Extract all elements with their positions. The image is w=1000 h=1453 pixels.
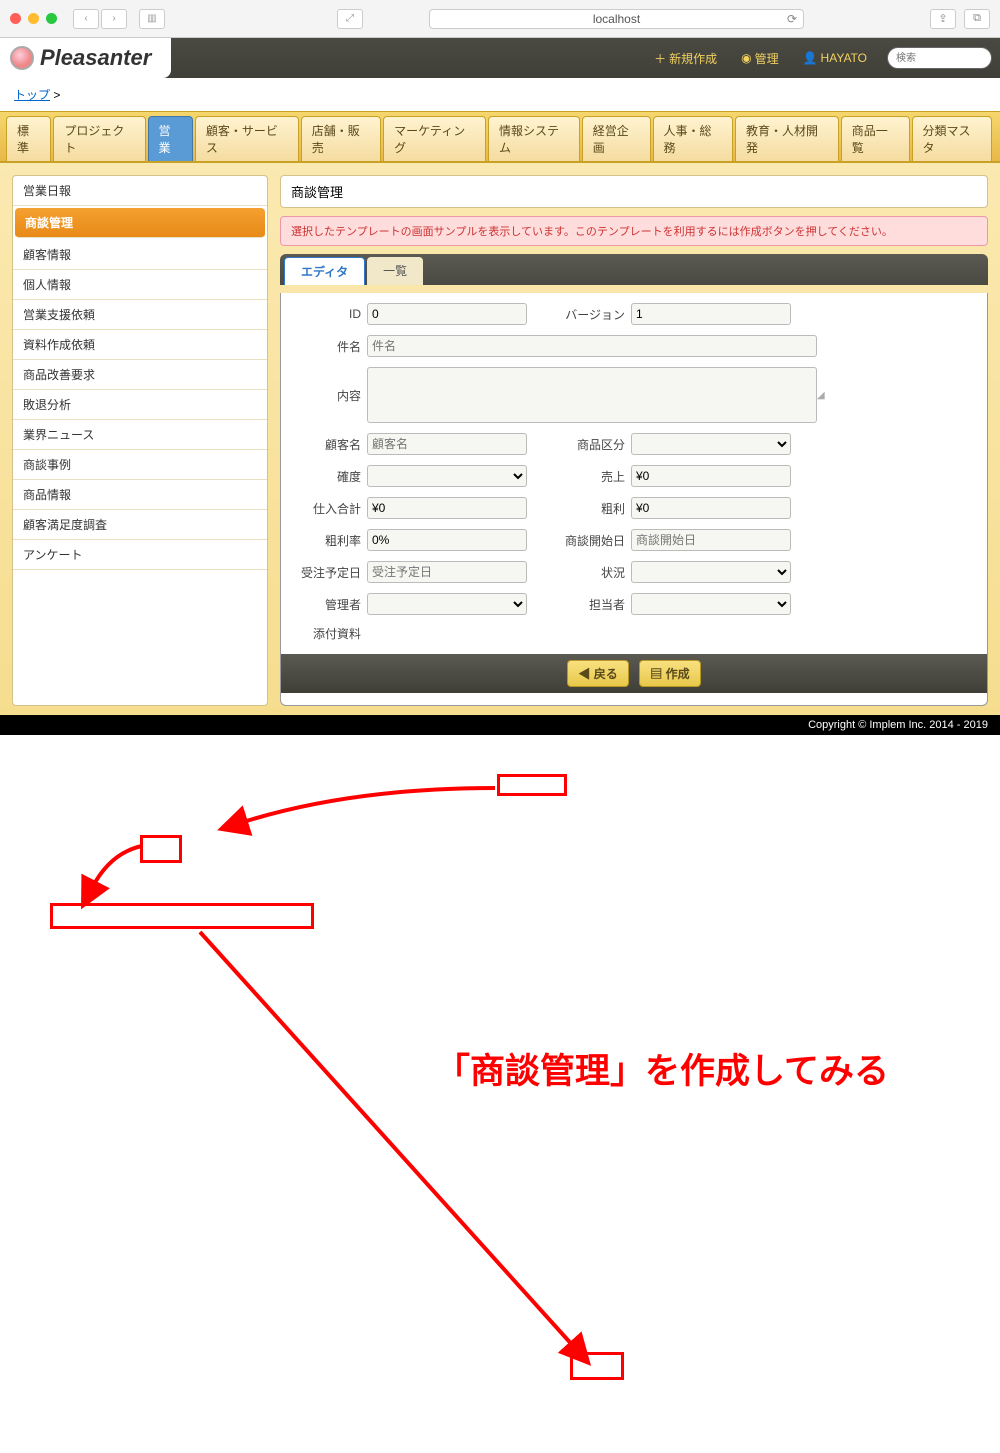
button-bar: ◀ 戻る ▤ 作成 bbox=[281, 654, 987, 693]
breadcrumb: トップ > bbox=[0, 78, 1000, 111]
sidebar-item-9[interactable]: 商談事例 bbox=[13, 450, 267, 480]
template-notice: 選択したテンプレートの画面サンプルを表示しています。このテンプレートを利用するに… bbox=[280, 216, 988, 246]
form: ID バージョン 件名 内容◢ 顧客名 商品区分 確度 売上 仕入合計 粗利 bbox=[280, 293, 988, 706]
plus-icon: ＋ bbox=[654, 50, 666, 67]
sidebar-item-7[interactable]: 敗退分析 bbox=[13, 390, 267, 420]
margin-field[interactable] bbox=[631, 497, 791, 519]
resize-handle-icon[interactable]: ◢ bbox=[817, 390, 829, 401]
cost-field[interactable] bbox=[367, 497, 527, 519]
sidebar: 営業日報商談管理顧客情報個人情報営業支援依頼資料作成依頼商品改善要求敗退分析業界… bbox=[12, 175, 268, 706]
back-button[interactable]: ◀ 戻る bbox=[567, 660, 628, 687]
logo[interactable]: Pleasanter bbox=[0, 38, 171, 78]
category-tabs: 標準プロジェクト営業顧客・サービス店舗・販売マーケティング情報システム経営企画人… bbox=[0, 111, 1000, 163]
sidebar-item-8[interactable]: 業界ニュース bbox=[13, 420, 267, 450]
expand-button[interactable]: ⤢ bbox=[337, 9, 363, 29]
start-date-field[interactable] bbox=[631, 529, 791, 551]
owner-select[interactable] bbox=[631, 593, 791, 615]
tab-11[interactable]: 分類マスタ bbox=[912, 116, 992, 161]
tab-4[interactable]: 店舗・販売 bbox=[301, 116, 381, 161]
tab-3[interactable]: 顧客・サービス bbox=[195, 116, 299, 161]
sidebar-item-11[interactable]: 顧客満足度調査 bbox=[13, 510, 267, 540]
manage-button[interactable]: ◉管理 bbox=[729, 46, 791, 71]
customer-field[interactable] bbox=[367, 433, 527, 455]
sidebar-item-4[interactable]: 営業支援依頼 bbox=[13, 300, 267, 330]
address-bar[interactable]: localhost⟳ bbox=[429, 9, 804, 29]
sidebar-item-0[interactable]: 営業日報 bbox=[13, 176, 267, 206]
probability-select[interactable] bbox=[367, 465, 527, 487]
product-cat-select[interactable] bbox=[631, 433, 791, 455]
user-icon: 👤 bbox=[803, 51, 818, 65]
tab-list[interactable]: 一覧 bbox=[367, 257, 423, 285]
new-button[interactable]: ＋新規作成 bbox=[642, 46, 729, 71]
reload-icon[interactable]: ⟳ bbox=[787, 12, 797, 26]
manager-select[interactable] bbox=[367, 593, 527, 615]
body-field[interactable] bbox=[367, 367, 817, 423]
tab-7[interactable]: 経営企画 bbox=[582, 116, 651, 161]
sidebar-item-3[interactable]: 個人情報 bbox=[13, 270, 267, 300]
tab-9[interactable]: 教育・人材開発 bbox=[735, 116, 839, 161]
share-icon[interactable]: ⇪ bbox=[930, 9, 956, 29]
tabs-icon[interactable]: ⧉ bbox=[964, 9, 990, 29]
name-field[interactable] bbox=[367, 335, 817, 357]
footer: Copyright © Implem Inc. 2014 - 2019 bbox=[0, 715, 1000, 735]
create-button[interactable]: ▤ 作成 bbox=[639, 660, 700, 687]
page-title: 商談管理 bbox=[280, 175, 988, 208]
sidebar-item-2[interactable]: 顧客情報 bbox=[13, 240, 267, 270]
rate-field[interactable] bbox=[367, 529, 527, 551]
tab-5[interactable]: マーケティング bbox=[383, 116, 486, 161]
back-button[interactable]: ‹ bbox=[73, 9, 99, 29]
sidebar-item-10[interactable]: 商品情報 bbox=[13, 480, 267, 510]
content-area: 営業日報商談管理顧客情報個人情報営業支援依頼資料作成依頼商品改善要求敗退分析業界… bbox=[0, 163, 1000, 718]
id-field[interactable] bbox=[367, 303, 527, 325]
window-controls[interactable] bbox=[10, 13, 57, 24]
breadcrumb-top[interactable]: トップ bbox=[14, 88, 50, 102]
user-menu[interactable]: 👤HAYATO bbox=[791, 47, 879, 69]
tab-6[interactable]: 情報システム bbox=[488, 116, 580, 161]
main-pane: 商談管理 選択したテンプレートの画面サンプルを表示しています。このテンプレートを… bbox=[280, 175, 988, 706]
sidebar-item-6[interactable]: 商品改善要求 bbox=[13, 360, 267, 390]
sales-field[interactable] bbox=[631, 465, 791, 487]
sidebar-item-1[interactable]: 商談管理 bbox=[15, 208, 265, 238]
app-header: Pleasanter ＋新規作成 ◉管理 👤HAYATO bbox=[0, 38, 1000, 78]
status-select[interactable] bbox=[631, 561, 791, 583]
order-date-field[interactable] bbox=[367, 561, 527, 583]
sidebar-item-5[interactable]: 資料作成依頼 bbox=[13, 330, 267, 360]
version-field[interactable] bbox=[631, 303, 791, 325]
forward-button[interactable]: › bbox=[101, 9, 127, 29]
tab-8[interactable]: 人事・総務 bbox=[653, 116, 733, 161]
subtabs: エディタ 一覧 bbox=[280, 254, 988, 285]
sidebar-item-12[interactable]: アンケート bbox=[13, 540, 267, 570]
sidebar-button[interactable]: ▥ bbox=[139, 9, 165, 29]
browser-toolbar: ‹ › ▥ ⤢ localhost⟳ ⇪ ⧉ bbox=[0, 0, 1000, 38]
tab-1[interactable]: プロジェクト bbox=[53, 116, 145, 161]
logo-icon bbox=[10, 46, 34, 70]
tab-editor[interactable]: エディタ bbox=[284, 257, 365, 285]
tab-0[interactable]: 標準 bbox=[6, 116, 51, 161]
tab-2[interactable]: 営業 bbox=[148, 116, 193, 161]
gear-icon: ◉ bbox=[741, 51, 751, 65]
tab-10[interactable]: 商品一覧 bbox=[841, 116, 910, 161]
search-input[interactable] bbox=[887, 47, 992, 69]
